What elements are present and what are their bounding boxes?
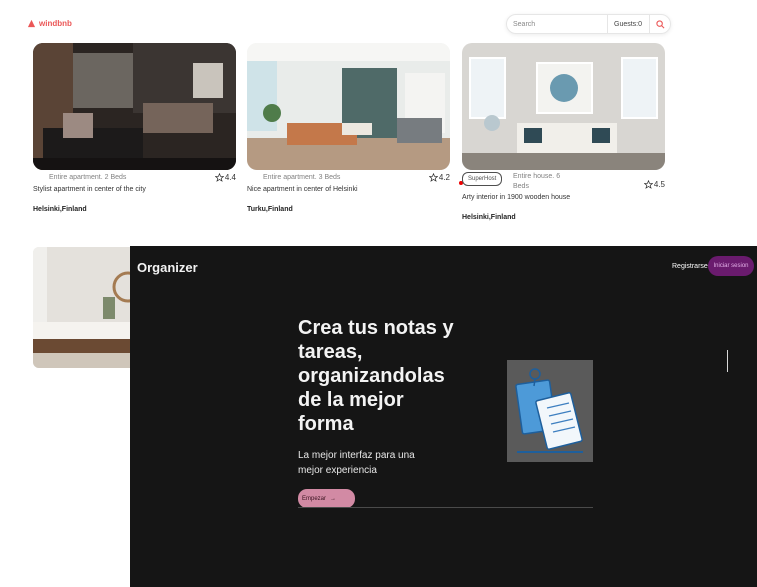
stay-meta: Entire apartment. 3 Beds 4.2	[247, 170, 450, 186]
stay-location: Helsinki,Finland	[462, 214, 516, 221]
star-icon	[643, 180, 653, 189]
organizer-brand[interactable]: Organizer	[137, 260, 198, 275]
stay-card[interactable]: Entire apartment. 3 Beds 4.2 Nice apartm…	[247, 43, 450, 213]
logo-text: windbnb	[39, 19, 72, 28]
search-bar: Search Guests:0	[506, 14, 671, 34]
search-button[interactable]	[650, 15, 670, 33]
login-button[interactable]: Iniciar sesion	[708, 256, 754, 276]
windbnb-logo[interactable]: windbnb	[27, 19, 72, 28]
stay-card[interactable]: Entire apartment. 2 Beds 4.4 Stylist apa…	[33, 43, 236, 213]
stay-location: Turku,Finland	[247, 206, 293, 213]
location-search-input[interactable]: Search	[507, 15, 608, 33]
rating-value: 4.4	[224, 173, 236, 182]
notes-illustration	[507, 360, 593, 462]
stay-card[interactable]	[33, 247, 133, 368]
stay-rating: 4.4	[214, 173, 236, 182]
screen: windbnb Search Guests:0 Entire apartment…	[0, 0, 757, 587]
rating-value: 4.5	[653, 180, 665, 189]
register-link[interactable]: Registrarse	[672, 263, 708, 270]
start-button-label: Empezar	[302, 495, 327, 502]
divider	[298, 507, 593, 508]
rating-value: 4.2	[438, 173, 450, 182]
stay-meta: Entire apartment. 2 Beds 4.4	[33, 170, 236, 186]
star-icon	[428, 173, 438, 182]
arrow-right-icon: →	[330, 495, 337, 502]
stay-title: Arty interior in 1900 wooden house	[462, 194, 571, 201]
stay-title: Stylist apartment in center of the city	[33, 186, 146, 193]
stay-photo[interactable]	[33, 43, 236, 170]
guests-input[interactable]: Guests:0	[608, 15, 650, 33]
logo-icon	[27, 19, 36, 28]
stay-rating: 4.5	[643, 180, 665, 189]
organizer-app: Organizer Registrarse Iniciar sesion Cre…	[130, 246, 757, 587]
stay-photo[interactable]	[247, 43, 450, 170]
notes-icon	[515, 368, 583, 453]
stay-type: Entire apartment. 2 Beds	[49, 174, 127, 181]
hero-title: Crea tus notas y tareas, organizandolas …	[298, 317, 454, 435]
stay-location: Helsinki,Finland	[33, 206, 87, 213]
stay-type: Entire house. 6	[513, 173, 561, 180]
scrollbar[interactable]	[727, 350, 728, 372]
start-button[interactable]: Empezar →	[298, 489, 355, 508]
stay-title: Nice apartment in center of Helsinki	[247, 186, 358, 193]
stay-photo[interactable]	[33, 247, 133, 368]
stay-photo[interactable]	[462, 43, 665, 170]
superhost-badge: SuperHost	[462, 172, 503, 186]
star-icon	[214, 173, 224, 182]
stay-type: Entire apartment. 3 Beds	[263, 174, 341, 181]
stay-rating: 4.2	[428, 173, 450, 182]
search-icon	[655, 19, 664, 28]
stay-type-beds: Beds	[513, 183, 529, 190]
hero-subtitle: La mejor interfaz para una mejor experie…	[298, 450, 415, 476]
stay-meta: SuperHost Entire house. 6 Beds 4.5	[459, 170, 665, 194]
stay-card[interactable]: SuperHost Entire house. 6 Beds 4.5 Arty …	[459, 43, 665, 221]
